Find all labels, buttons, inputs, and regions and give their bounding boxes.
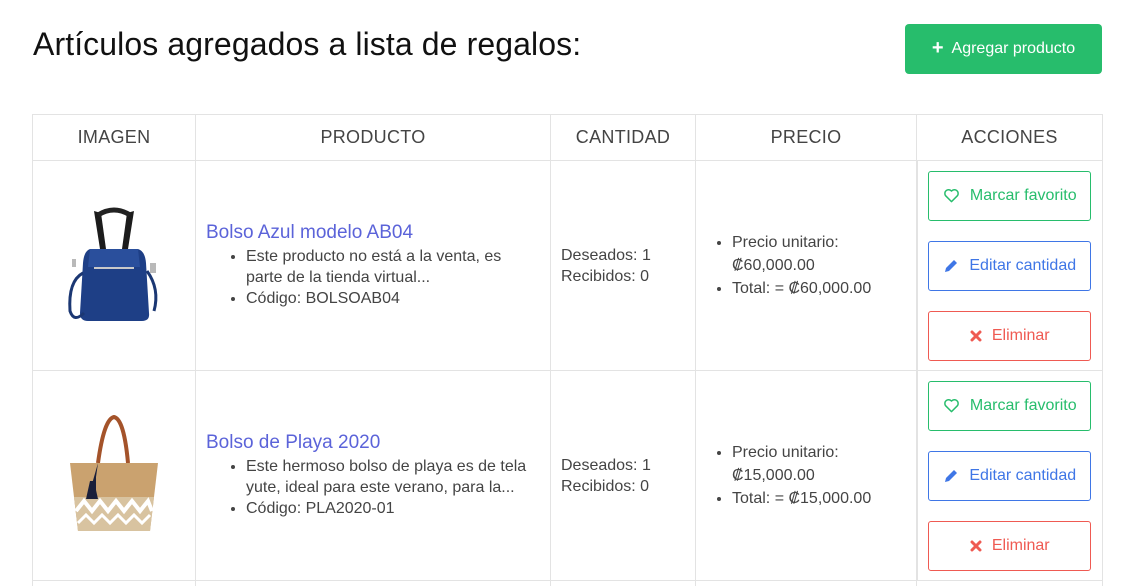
- beach-tote-bag-image[interactable]: [54, 411, 174, 541]
- table-header-row: IMAGEN PRODUCTO CANTIDAD PRECIO ACCIONES: [32, 114, 1103, 161]
- price-list: Precio unitario: ₡60,000.00 Total: = ₡60…: [702, 231, 910, 300]
- product-details-list: Este producto no está a la venta, es par…: [206, 246, 540, 309]
- product-description: Este hermoso bolso de playa es de tela y…: [246, 456, 540, 498]
- quantity-cell: Deseados: 1 Recibidos: 0: [550, 370, 696, 581]
- table-cell: [550, 580, 696, 586]
- delete-label: Eliminar: [991, 536, 1050, 554]
- plus-icon: +: [931, 37, 944, 59]
- table-cell: [32, 580, 196, 586]
- table-row: Bolso Azul modelo AB04 Este producto no …: [32, 160, 1103, 371]
- mark-favorite-label: Marcar favorito: [969, 186, 1077, 204]
- unit-price-item: Precio unitario: ₡15,000.00: [732, 441, 910, 487]
- mark-favorite-label: Marcar favorito: [969, 396, 1077, 414]
- edit-quantity-button[interactable]: Editar cantidad: [928, 450, 1092, 501]
- close-icon: [970, 540, 982, 551]
- column-header-quantity: CANTIDAD: [550, 114, 696, 161]
- mark-favorite-button[interactable]: Marcar favorito: [928, 170, 1092, 221]
- received-quantity: Recibidos: 0: [561, 267, 650, 285]
- heart-icon: [944, 188, 959, 203]
- price-list: Precio unitario: ₡15,000.00 Total: = ₡15…: [702, 441, 910, 510]
- product-description: Este producto no está a la venta, es par…: [246, 246, 540, 288]
- column-header-product: PRODUCTO: [195, 114, 551, 161]
- edit-quantity-button[interactable]: Editar cantidad: [928, 240, 1092, 291]
- blue-backpack-bag-image[interactable]: [54, 201, 174, 331]
- table-row: Bolso de Playa 2020 Este hermoso bolso d…: [32, 370, 1103, 581]
- column-header-price: PRECIO: [695, 114, 917, 161]
- product-code: Código: PLA2020-01: [246, 498, 540, 519]
- price-cell: Precio unitario: ₡15,000.00 Total: = ₡15…: [695, 370, 917, 581]
- delete-button[interactable]: Eliminar: [928, 520, 1092, 571]
- product-info-cell: Bolso de Playa 2020 Este hermoso bolso d…: [195, 370, 551, 581]
- column-header-actions: ACCIONES: [916, 114, 1103, 161]
- unit-price-label: Precio unitario:: [732, 444, 839, 461]
- product-info-cell: Bolso Azul modelo AB04 Este producto no …: [195, 160, 551, 371]
- actions-cell: Marcar favorito Editar cantidad Eliminar: [915, 160, 1103, 371]
- table-cell: [195, 580, 551, 586]
- add-product-button[interactable]: + Agregar producto: [905, 24, 1102, 74]
- pencil-icon: [945, 259, 958, 272]
- delete-button[interactable]: Eliminar: [928, 310, 1092, 361]
- total-price: Total: = ₡15,000.00: [732, 487, 910, 510]
- product-image-cell: [32, 370, 196, 581]
- product-code: Código: BOLSOAB04: [246, 288, 540, 309]
- product-details-list: Este hermoso bolso de playa es de tela y…: [206, 456, 540, 519]
- pencil-icon: [945, 469, 958, 482]
- table-cell: [695, 580, 917, 586]
- delete-label: Eliminar: [991, 326, 1050, 344]
- product-image-cell: [32, 160, 196, 371]
- received-quantity: Recibidos: 0: [561, 477, 650, 495]
- product-name-link[interactable]: Bolso de Playa 2020: [206, 432, 540, 454]
- edit-quantity-label: Editar cantidad: [969, 466, 1077, 484]
- actions-cell: Marcar favorito Editar cantidad Eliminar: [915, 370, 1103, 581]
- mark-favorite-button[interactable]: Marcar favorito: [928, 380, 1092, 431]
- price-cell: Precio unitario: ₡60,000.00 Total: = ₡60…: [695, 160, 917, 371]
- unit-price-value: ₡60,000.00: [732, 257, 815, 274]
- quantity-cell: Deseados: 1 Recibidos: 0: [550, 160, 696, 371]
- unit-price-value: ₡15,000.00: [732, 467, 815, 484]
- table-cell: [916, 580, 1103, 586]
- edit-quantity-label: Editar cantidad: [969, 256, 1077, 274]
- close-icon: [970, 330, 982, 341]
- wanted-quantity: Deseados: 1: [561, 456, 651, 474]
- page-title: Artículos agregados a lista de regalos:: [33, 26, 582, 62]
- total-price: Total: = ₡60,000.00: [732, 277, 910, 300]
- heart-icon: [944, 398, 959, 413]
- product-name-link[interactable]: Bolso Azul modelo AB04: [206, 222, 540, 244]
- table-row: [32, 580, 1103, 586]
- unit-price-label: Precio unitario:: [732, 234, 839, 251]
- wanted-quantity: Deseados: 1: [561, 246, 651, 264]
- add-product-label: Agregar producto: [951, 40, 1076, 57]
- unit-price-item: Precio unitario: ₡60,000.00: [732, 231, 910, 277]
- column-header-image: IMAGEN: [32, 114, 196, 161]
- gift-list-table: IMAGEN PRODUCTO CANTIDAD PRECIO ACCIONES: [32, 114, 1103, 586]
